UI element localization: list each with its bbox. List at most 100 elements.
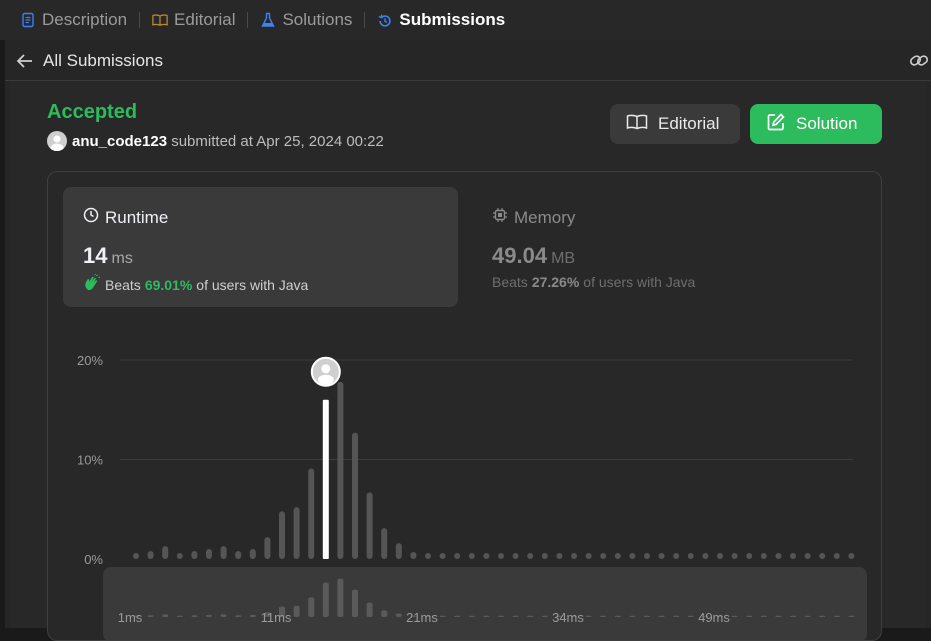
memory-number: 49.04 [492,243,548,268]
tab-solutions[interactable]: Solutions [260,0,352,40]
highlight-bar [322,399,329,559]
navigator-bar [746,615,753,617]
back-arrow-icon[interactable] [15,52,35,70]
avatar[interactable] [47,131,67,151]
bar [498,553,504,559]
tab-label: Description [42,10,128,29]
solution-button[interactable]: Solution [750,104,882,144]
bar [644,553,650,559]
runtime-distribution-chart[interactable]: 0%10%20%1ms11ms21ms34ms49ms1ms11ms21ms34… [48,312,882,641]
user-avatar-head [321,364,331,374]
memory-panel[interactable]: Memory 49.04 MB Beats 27.26% of users wit… [478,187,858,307]
submission-subheader: All Submissions [5,40,931,81]
bar [454,553,461,559]
bar [176,553,183,559]
navigator-bar [760,615,767,617]
navigator-bar [381,610,388,617]
navigator-bar [819,615,826,617]
bar [410,552,417,559]
navigator-bar [337,578,344,617]
bar [833,553,840,559]
bar [381,528,388,559]
bar [760,553,767,559]
book-icon [626,113,648,136]
bar [162,546,169,559]
tab-label: Submissions [399,10,506,29]
navigator-bar [308,597,315,617]
range-navigator [103,567,867,640]
tab-editorial[interactable]: Editorial [152,0,235,40]
bar [848,553,855,559]
memory-label: Memory [492,207,575,228]
navigator-bar [191,615,198,617]
status-accepted: Accepted [47,101,138,123]
runtime-unit: ms [111,250,133,267]
y-tick-label: 20% [77,353,103,368]
link-icon[interactable] [909,52,929,70]
memory-beats-prefix: Beats [492,274,528,290]
navigator-bar [483,615,490,617]
bar [206,549,212,559]
memory-value: 49.04 MB [492,243,575,269]
navigator-bar [512,615,519,617]
bar [819,553,826,559]
navigator-bar [220,614,227,617]
navigator-bar [395,613,402,617]
runtime-panel[interactable]: Runtime 14 ms Beats 69.01% of users with … [63,187,458,307]
edit-icon [766,112,786,137]
navigator-bar [804,615,811,617]
navigator-bar [206,614,212,617]
flask-icon [260,12,276,28]
navigator-bar [527,615,534,617]
memory-label-text: Memory [514,207,576,227]
bar [279,511,285,559]
submission-panel: All Submissions Accepted anu_code123 sub… [5,40,931,641]
editorial-button[interactable]: Editorial [610,104,740,144]
bar [512,553,519,559]
bar [702,553,709,559]
navigator-bar [366,602,373,617]
bar [220,546,227,559]
tab-divider [247,12,249,28]
navigator-bar [249,614,256,617]
navigator-tick-label: 1ms [118,610,143,625]
bar [439,553,446,559]
navigator-bar [644,615,650,617]
navigator-tick-label: 34ms [552,610,584,625]
book-icon [152,12,168,28]
memory-unit: MB [551,250,576,267]
navigator-bar [775,615,782,617]
navigator-bar [833,615,840,617]
navigator-bar [600,615,607,617]
tab-submissions[interactable]: Submissions [377,0,505,40]
bar [600,553,607,559]
bar [790,553,796,559]
tab-label: Editorial [174,10,236,29]
bar [133,553,139,559]
bar [308,468,315,559]
clock-icon [83,207,99,228]
memory-beats-suffix: of users with Java [583,274,696,290]
bar [337,381,344,559]
bar [775,553,782,559]
performance-card: Runtime 14 ms Beats 69.01% of users with … [47,171,882,641]
tab-divider [364,12,366,28]
navigator-tick-label: 49ms [698,610,730,625]
navigator-bar [293,605,300,617]
username[interactable]: anu_code123 [72,133,167,150]
runtime-value: 14 ms [83,243,133,269]
bar [235,551,242,559]
submission-byline: anu_code123 submitted at Apr 25, 2024 00… [72,133,384,150]
tab-description[interactable]: Description [20,0,127,40]
bar [658,553,665,559]
navigator-bar [176,615,183,617]
document-icon [20,12,36,28]
all-submissions-link[interactable]: All Submissions [43,51,163,71]
tab-divider [139,12,141,28]
navigator-bar [498,615,504,617]
runtime-label: Runtime [83,207,168,228]
navigator-bar [454,615,461,617]
bar [483,553,490,559]
history-icon [377,12,393,28]
bar [717,553,723,559]
